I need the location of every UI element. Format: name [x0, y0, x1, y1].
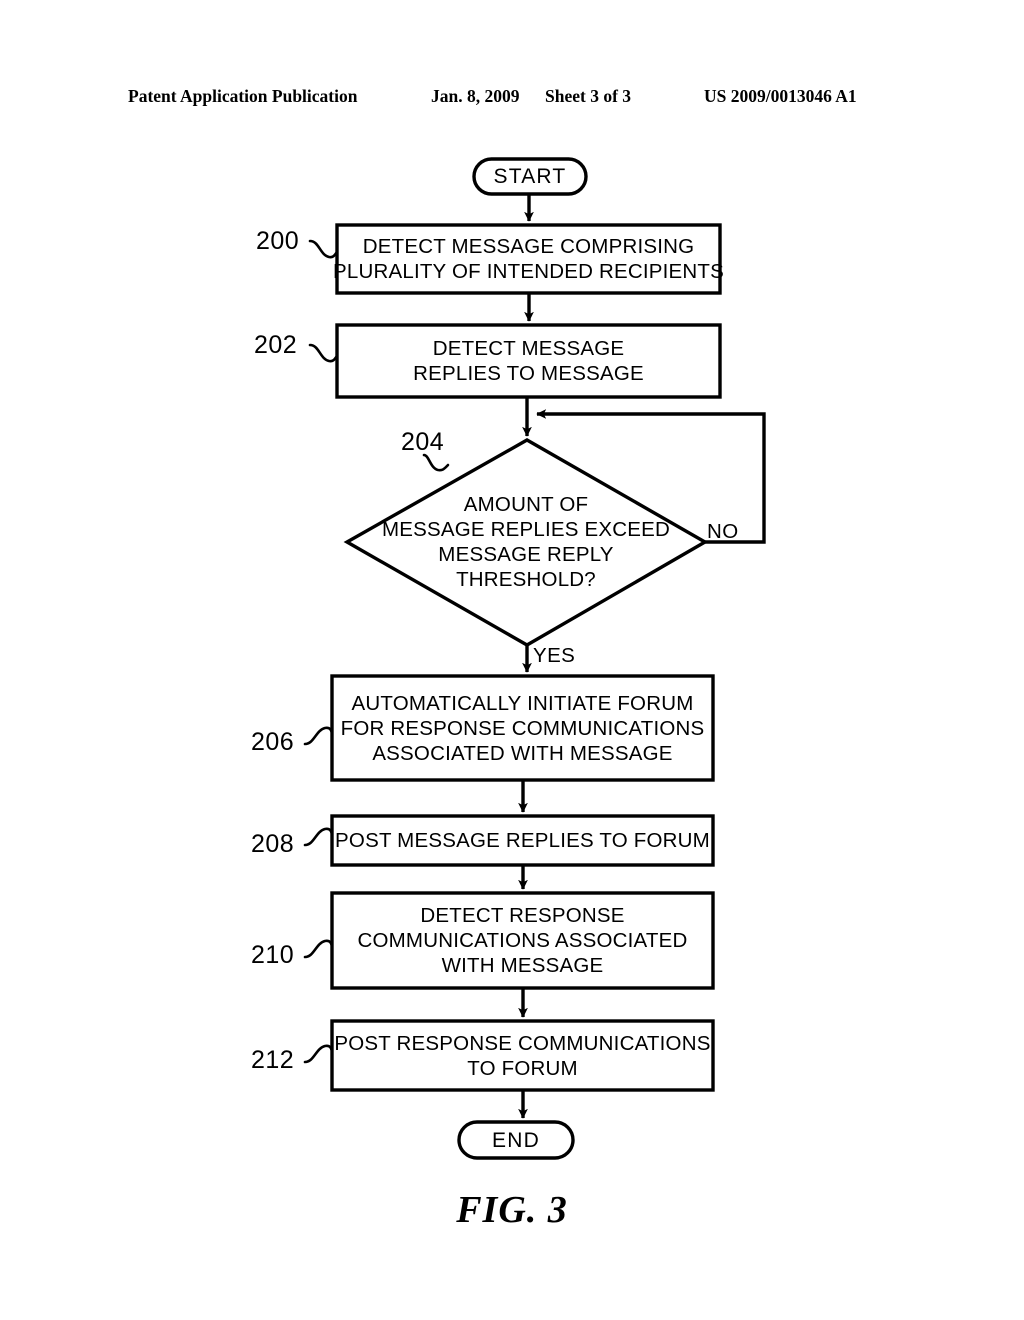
flowchart-diagram-svg	[303, 157, 766, 1160]
end-terminal-shape	[457, 1120, 575, 1160]
flowchart-figure: START DETECT MESSAGE COMPRISING PLURALIT…	[0, 0, 1024, 1320]
step-202-shape	[335, 323, 722, 399]
leader-line-208	[303, 827, 334, 847]
step-210-shape	[330, 891, 715, 990]
step-200-shape	[335, 223, 722, 295]
step-210-ref-number: 210	[251, 941, 295, 969]
step-200-ref-number: 200	[256, 227, 300, 255]
step-206-shape	[330, 674, 715, 782]
step-212-shape	[330, 1019, 715, 1092]
branch-label-yes: YES	[533, 644, 576, 667]
figure-caption: FIG. 3	[456, 1189, 568, 1231]
branch-label-no: NO	[707, 520, 739, 543]
step-208-ref-number: 208	[251, 830, 295, 858]
step-204-ref-number: 204	[401, 428, 445, 456]
leader-line-210	[303, 939, 334, 959]
leader-line-212	[303, 1044, 334, 1064]
leader-line-202	[308, 343, 339, 363]
step-208-shape	[330, 814, 715, 867]
start-terminal-shape	[472, 157, 588, 196]
step-212-ref-number: 212	[251, 1046, 295, 1074]
leader-line-206	[303, 726, 334, 746]
step-206-ref-number: 206	[251, 728, 295, 756]
step-202-ref-number: 202	[254, 331, 298, 359]
leader-line-200	[308, 239, 339, 259]
leader-line-204	[422, 453, 450, 472]
step-204-shape	[343, 438, 709, 647]
